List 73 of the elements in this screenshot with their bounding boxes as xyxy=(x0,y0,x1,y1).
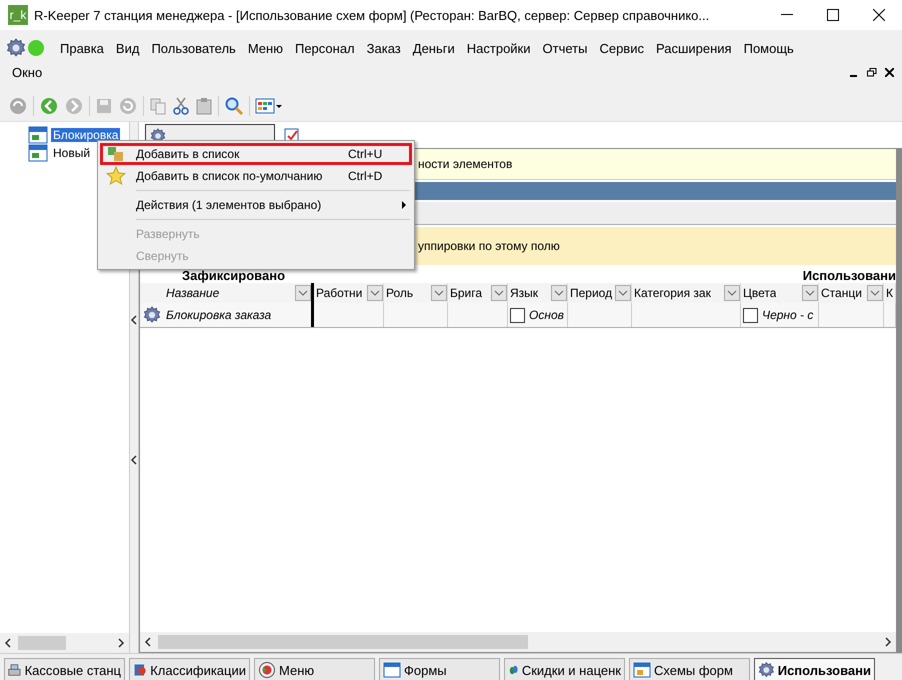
tree-item[interactable]: Новый xyxy=(51,146,92,160)
window-icon xyxy=(633,662,651,678)
scroll-right-icon[interactable] xyxy=(117,638,125,648)
scrollbar-thumb[interactable] xyxy=(158,635,528,649)
dropdown-icon[interactable] xyxy=(551,285,567,301)
menu-item[interactable]: Добавить в список по-умолчанию Ctrl+D xyxy=(100,165,412,187)
menu-item[interactable]: Пользователь xyxy=(145,40,242,56)
maximize-icon[interactable] xyxy=(827,9,839,21)
usage-header: Использовани xyxy=(802,268,896,283)
window-icon xyxy=(28,126,48,144)
menu-item[interactable]: Правка xyxy=(54,40,110,56)
minimize-icon[interactable] xyxy=(781,14,793,16)
grid-view-icon[interactable] xyxy=(255,97,283,115)
taskbar-button[interactable]: Меню xyxy=(254,658,375,680)
gear-icon xyxy=(6,38,26,58)
window-icon xyxy=(28,144,48,162)
scrollbar-thumb[interactable] xyxy=(18,636,66,650)
app-icon: r_k xyxy=(8,5,28,25)
menu-item[interactable]: Добавить в список Ctrl+U xyxy=(100,143,412,165)
scroll-left-icon[interactable] xyxy=(144,637,152,647)
menu-item[interactable]: Меню xyxy=(242,40,289,56)
star-icon xyxy=(106,166,126,186)
taskbar-button[interactable]: Скидки и наценк xyxy=(504,658,625,680)
window-icon xyxy=(383,662,401,678)
refresh-icon[interactable] xyxy=(8,96,28,116)
back-icon[interactable] xyxy=(39,96,59,116)
clipboard-icon[interactable] xyxy=(195,97,213,115)
dropdown-icon[interactable] xyxy=(724,285,740,301)
close-icon[interactable] xyxy=(885,68,894,76)
menu-item[interactable]: Помощь xyxy=(738,40,800,56)
menu-item[interactable]: Настройки xyxy=(460,40,537,56)
menu-item[interactable]: Действия (1 элементов выбрано) xyxy=(100,194,412,216)
menu-item[interactable]: Расширения xyxy=(650,40,738,56)
close-icon[interactable] xyxy=(873,9,885,21)
scroll-right-icon[interactable] xyxy=(884,637,892,647)
dropdown-icon[interactable] xyxy=(615,285,631,301)
dropdown-icon[interactable] xyxy=(295,285,311,301)
cash-register-icon xyxy=(8,662,22,678)
group-hint-text: уппировки по этому полю xyxy=(418,239,560,253)
gear-icon xyxy=(143,306,161,324)
plate-icon xyxy=(258,661,276,679)
window-title: R-Keeper 7 станция менеджера - [Использование схем форм] (Ресторан: BarBQ, сервер: Сервер справочнико... xyxy=(34,8,710,22)
menu-item[interactable]: Вид xyxy=(110,40,146,56)
hint-text: ности элементов xyxy=(418,157,512,171)
taskbar-button[interactable]: Формы xyxy=(379,658,500,680)
dropdown-icon[interactable] xyxy=(867,285,883,301)
taskbar-button[interactable]: Схемы форм xyxy=(629,658,750,680)
dropdown-icon[interactable] xyxy=(491,285,507,301)
menu-item[interactable]: Отчеты xyxy=(536,40,594,56)
restore-icon[interactable] xyxy=(867,68,877,76)
dropdown-icon[interactable] xyxy=(802,285,818,301)
taskbar-button[interactable]: Кассовые станц xyxy=(4,658,125,680)
table-cell: Черно - с xyxy=(762,308,814,322)
puzzle-icon xyxy=(106,145,126,163)
gear-icon xyxy=(758,661,775,679)
taskbar-button[interactable]: Классификации xyxy=(129,658,250,680)
fixed-header: Зафиксировано xyxy=(181,268,286,283)
menu-item[interactable]: Деньги xyxy=(406,40,461,56)
menu-item[interactable]: Персонал xyxy=(288,40,361,56)
scissors-icon[interactable] xyxy=(172,97,190,115)
taskbar-button[interactable]: Использовани xyxy=(754,658,875,680)
table-cell: Основ xyxy=(529,308,564,322)
tree-item[interactable]: Блокировка xyxy=(51,128,120,142)
checkbox[interactable] xyxy=(743,308,758,322)
dropdown-icon[interactable] xyxy=(367,285,383,301)
status-light-icon xyxy=(26,38,46,58)
search-icon[interactable] xyxy=(224,96,244,116)
menu-item[interactable]: Окно xyxy=(6,64,48,80)
checkbox[interactable] xyxy=(510,308,525,322)
scroll-left-icon[interactable] xyxy=(4,638,12,648)
menu-item[interactable]: Заказ xyxy=(360,40,407,56)
menu-item[interactable]: Сервис xyxy=(593,40,650,56)
dropdown-icon[interactable] xyxy=(431,285,447,301)
